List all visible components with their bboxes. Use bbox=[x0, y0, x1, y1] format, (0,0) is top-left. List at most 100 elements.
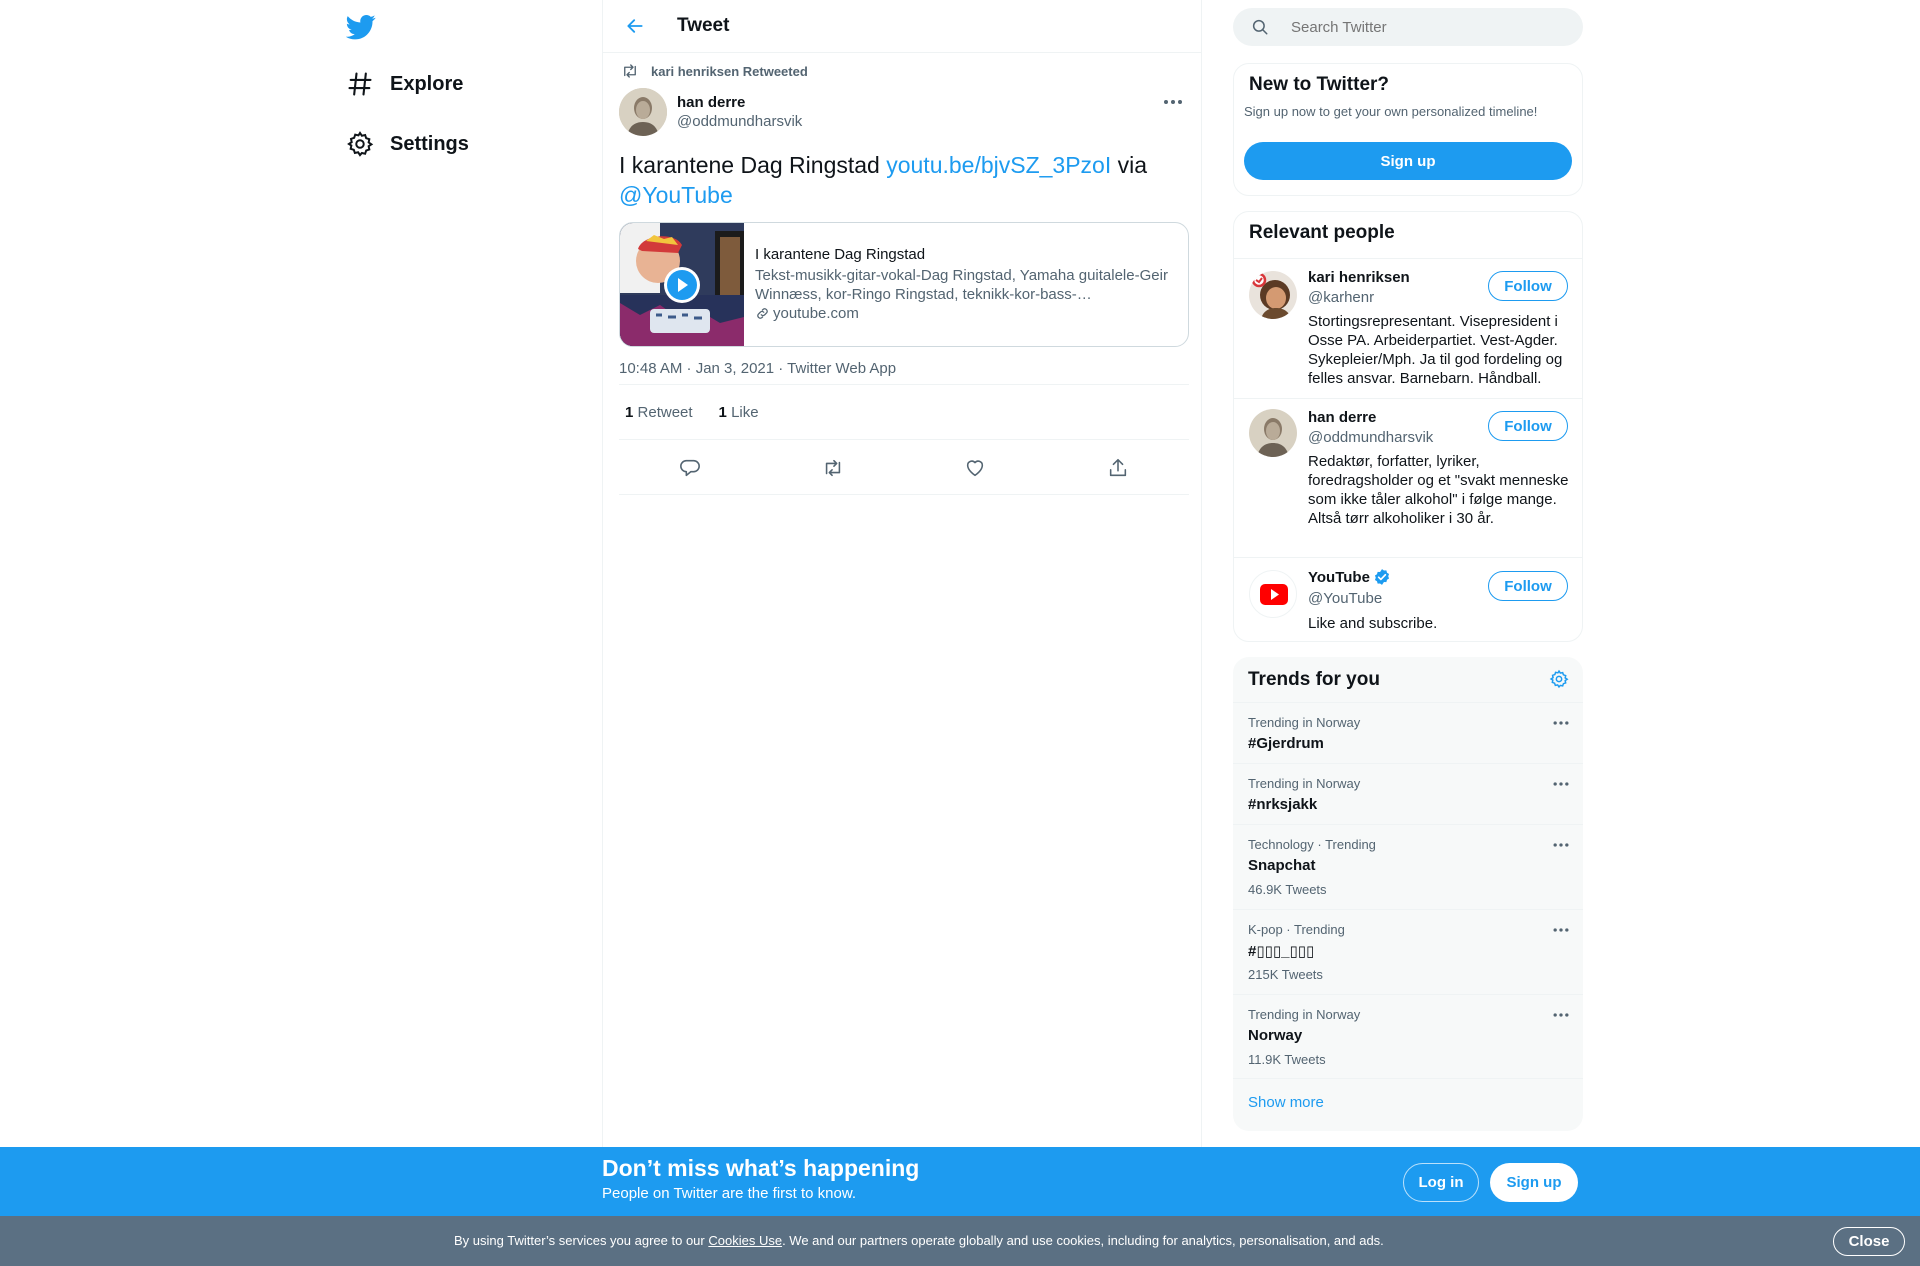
trend-name: #Gjerdrum bbox=[1248, 735, 1324, 752]
twitter-logo-icon[interactable] bbox=[346, 12, 376, 42]
person-name[interactable]: han derre bbox=[1308, 409, 1376, 426]
trends-box: Trends for you Trending in Norway #Gjerd… bbox=[1233, 657, 1583, 1131]
login-button[interactable]: Log in bbox=[1403, 1163, 1479, 1202]
trend-context: Trending in Norway bbox=[1248, 1007, 1361, 1022]
like-count[interactable]: 1 bbox=[719, 404, 727, 421]
tweet-text-prefix: I karantene Dag Ringstad bbox=[619, 152, 887, 178]
trend-name: Norway bbox=[1248, 1027, 1303, 1044]
avatar[interactable] bbox=[1249, 409, 1297, 457]
heart-icon bbox=[967, 459, 984, 476]
follow-button[interactable]: Follow bbox=[1488, 571, 1568, 601]
person-handle[interactable]: @karhenr bbox=[1308, 289, 1374, 306]
avatar[interactable] bbox=[1249, 271, 1297, 319]
reply-button[interactable] bbox=[670, 448, 710, 488]
cookie-text-suffix: . We and our partners operate globally a… bbox=[782, 1233, 1384, 1248]
cookies-use-link[interactable]: Cookies Use bbox=[708, 1233, 782, 1248]
tweet-text-via: via bbox=[1111, 152, 1148, 178]
card-thumbnail[interactable] bbox=[620, 223, 744, 346]
banner-signup-button[interactable]: Sign up bbox=[1490, 1163, 1578, 1202]
cookie-close-button[interactable]: Close bbox=[1833, 1227, 1905, 1256]
more-icon[interactable] bbox=[1551, 774, 1571, 794]
search-bar[interactable] bbox=[1233, 8, 1583, 46]
new-to-twitter-subtitle: Sign up now to get your own personalized… bbox=[1244, 104, 1538, 119]
trend-count: 46.9K Tweets bbox=[1248, 882, 1327, 897]
show-more-link[interactable]: Show more bbox=[1248, 1094, 1324, 1111]
share-button[interactable] bbox=[1098, 448, 1138, 488]
person-name[interactable]: kari henriksen bbox=[1308, 269, 1410, 286]
trend-item[interactable]: Trending in Norway #Gjerdrum bbox=[1233, 702, 1583, 763]
youtube-logo-icon bbox=[1260, 584, 1288, 605]
main-header: Tweet bbox=[603, 0, 1201, 53]
new-to-twitter-title: New to Twitter? bbox=[1249, 74, 1390, 95]
new-to-twitter-box: New to Twitter? Sign up now to get your … bbox=[1233, 63, 1583, 196]
link-card[interactable]: I karantene Dag Ringstad Tekst-musikk-gi… bbox=[619, 222, 1189, 347]
tweet-link[interactable]: youtu.be/bjvSZ_3PzoI bbox=[886, 152, 1111, 178]
person-handle[interactable]: @oddmundharsvik bbox=[1308, 429, 1433, 446]
card-domain: youtube.com bbox=[755, 304, 1178, 323]
more-icon[interactable] bbox=[1161, 92, 1185, 112]
like-button[interactable] bbox=[955, 448, 995, 488]
person-card[interactable]: han derre @oddmundharsvik Redaktør, forf… bbox=[1234, 398, 1582, 557]
person-bio: Like and subscribe. bbox=[1308, 615, 1438, 632]
relevant-people-box: Relevant people kari henriksen @karhenr … bbox=[1233, 211, 1583, 642]
person-bio: Stortingsrepresentant. Visepresident i O… bbox=[1308, 313, 1563, 387]
cookie-text-prefix: By using Twitter’s services you agree to… bbox=[454, 1233, 709, 1248]
trend-context: Trending in Norway bbox=[1248, 776, 1361, 791]
retweet-icon bbox=[624, 64, 636, 78]
avatar[interactable] bbox=[619, 88, 667, 136]
banner-headline: Don’t miss what’s happening bbox=[602, 1155, 920, 1181]
hashtag-icon bbox=[346, 70, 374, 98]
arrow-left-icon bbox=[627, 19, 643, 33]
trend-item[interactable]: Trending in Norway Norway 11.9K Tweets bbox=[1233, 994, 1583, 1079]
cookie-bar: By using Twitter’s services you agree to… bbox=[0, 1216, 1920, 1266]
page-title: Tweet bbox=[677, 15, 730, 36]
nav-explore[interactable]: Explore bbox=[346, 59, 463, 109]
retweet-button[interactable] bbox=[813, 448, 853, 488]
link-icon bbox=[757, 308, 768, 319]
play-icon[interactable] bbox=[664, 267, 700, 303]
tweet-mention[interactable]: @YouTube bbox=[619, 182, 733, 208]
retweet-count[interactable]: 1 bbox=[625, 404, 633, 421]
author-name[interactable]: han derre bbox=[677, 93, 802, 112]
search-input[interactable] bbox=[1291, 18, 1551, 36]
signup-banner: Don’t miss what’s happening People on Tw… bbox=[0, 1147, 1920, 1216]
search-icon bbox=[1252, 19, 1268, 35]
person-handle[interactable]: @YouTube bbox=[1308, 590, 1382, 607]
retweet-count-label[interactable]: Retweet bbox=[638, 404, 693, 421]
more-icon[interactable] bbox=[1551, 920, 1571, 940]
trend-context: K-pop · Trending bbox=[1248, 922, 1345, 937]
trend-name: #nrksjakk bbox=[1248, 796, 1318, 813]
avatar[interactable] bbox=[1249, 570, 1297, 618]
more-icon[interactable] bbox=[1551, 713, 1571, 733]
follow-button[interactable]: Follow bbox=[1488, 271, 1568, 301]
trends-title: Trends for you bbox=[1248, 669, 1380, 690]
tweet-timestamp[interactable]: 10:48 AM · Jan 3, 2021 · Twitter Web App bbox=[619, 360, 896, 377]
relevant-people-title: Relevant people bbox=[1249, 222, 1395, 243]
sidebar-signup-button[interactable]: Sign up bbox=[1244, 142, 1572, 180]
person-bio: Redaktør, forfatter, lyriker, foredragsh… bbox=[1308, 453, 1569, 527]
like-count-label[interactable]: Like bbox=[731, 404, 759, 421]
trend-count: 215K Tweets bbox=[1248, 967, 1323, 982]
trend-item[interactable]: Technology · Trending Snapchat 46.9K Twe… bbox=[1233, 824, 1583, 909]
more-icon[interactable] bbox=[1551, 835, 1571, 855]
back-button[interactable] bbox=[617, 8, 653, 44]
trend-item[interactable]: Trending in Norway #nrksjakk bbox=[1233, 763, 1583, 824]
gear-icon bbox=[346, 130, 374, 158]
banner-subtitle: People on Twitter are the first to know. bbox=[602, 1185, 857, 1202]
nav-explore-label: Explore bbox=[390, 72, 464, 95]
tweet-author[interactable]: han derre @oddmundharsvik bbox=[619, 88, 802, 136]
nav-settings[interactable]: Settings bbox=[346, 119, 469, 169]
trend-item[interactable]: K-pop · Trending #▯▯▯_▯▯▯ 215K Tweets bbox=[1233, 909, 1583, 994]
trends-settings-button[interactable] bbox=[1549, 669, 1569, 689]
more-icon[interactable] bbox=[1551, 1005, 1571, 1025]
follow-button[interactable]: Follow bbox=[1488, 411, 1568, 441]
main-column: Tweet kari henriksen Retweeted han derre… bbox=[602, 0, 1202, 1266]
author-handle[interactable]: @oddmundharsvik bbox=[677, 112, 802, 131]
person-card[interactable]: kari henriksen @karhenr Stortingsreprese… bbox=[1234, 258, 1582, 398]
trend-name: Snapchat bbox=[1248, 857, 1316, 874]
person-name[interactable]: YouTube bbox=[1308, 568, 1391, 586]
retweeted-by[interactable]: kari henriksen Retweeted bbox=[619, 62, 808, 80]
card-description: Tekst-musikk-gitar-vokal-Dag Ringstad, Y… bbox=[755, 267, 1168, 303]
person-card[interactable]: YouTube @YouTube Like and subscribe. Fol… bbox=[1234, 557, 1582, 641]
person-name-label: YouTube bbox=[1308, 568, 1370, 586]
